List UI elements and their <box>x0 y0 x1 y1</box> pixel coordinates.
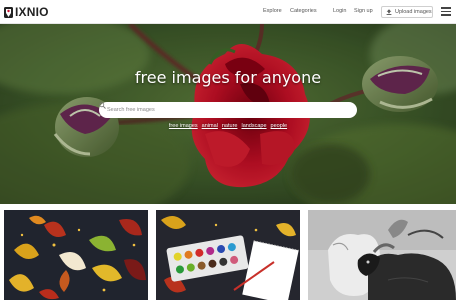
site-logo[interactable]: IXNIO <box>4 6 49 19</box>
top-header: IXNIO Explore Categories Login Sign up U… <box>0 0 456 24</box>
search-bar[interactable] <box>99 102 357 118</box>
tag-landscape[interactable]: landscape <box>241 123 266 129</box>
nav-signup-link[interactable]: Sign up <box>354 8 373 14</box>
image-gallery <box>0 204 456 300</box>
nav-explore-link[interactable]: Explore <box>263 8 282 14</box>
nav-categories-link[interactable]: Categories <box>290 8 317 14</box>
gallery-image-watercolor-paints[interactable] <box>156 210 300 300</box>
gallery-image-autumn-leaves[interactable] <box>4 210 148 300</box>
tag-people[interactable]: people <box>271 123 288 129</box>
search-input[interactable] <box>107 107 337 113</box>
search-icon[interactable] <box>99 102 106 109</box>
nav-login-link[interactable]: Login <box>333 8 346 14</box>
tag-free-images[interactable]: free images <box>169 123 198 129</box>
gallery-image-black-sheep[interactable] <box>308 210 456 300</box>
hero-banner: free images for anyone free images anima… <box>0 24 456 204</box>
logo-icon <box>4 7 13 18</box>
hero-title: free images for anyone <box>134 68 322 87</box>
upload-icon <box>386 9 392 15</box>
popular-tags: free images animal nature landscape peop… <box>0 123 456 129</box>
tag-nature[interactable]: nature <box>222 123 238 129</box>
upload-images-button[interactable]: Upload images <box>381 6 433 18</box>
logo-text: IXNIO <box>15 5 49 19</box>
hamburger-menu-icon[interactable] <box>441 7 451 16</box>
upload-button-label: Upload images <box>395 9 432 15</box>
tag-animal[interactable]: animal <box>202 123 218 129</box>
